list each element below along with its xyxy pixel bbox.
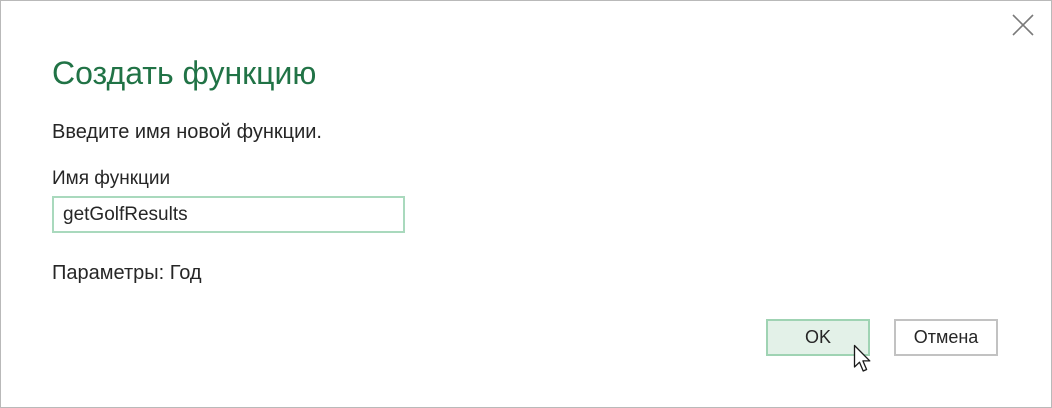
create-function-dialog: Создать функцию Введите имя новой функци… bbox=[0, 0, 1052, 408]
close-button[interactable] bbox=[1009, 11, 1037, 39]
function-name-input[interactable] bbox=[52, 196, 405, 233]
ok-button[interactable]: OK bbox=[766, 319, 870, 356]
cancel-button[interactable]: Отмена bbox=[894, 319, 998, 356]
dialog-prompt: Введите имя новой функции. bbox=[52, 121, 322, 143]
parameters-text: Параметры: Год bbox=[52, 262, 202, 284]
cancel-button-label: Отмена bbox=[913, 327, 979, 347]
dialog-title: Создать функцию bbox=[52, 55, 317, 91]
close-icon bbox=[1012, 14, 1034, 36]
function-name-label: Имя функции bbox=[52, 168, 171, 189]
ok-button-label: OK bbox=[804, 327, 831, 347]
